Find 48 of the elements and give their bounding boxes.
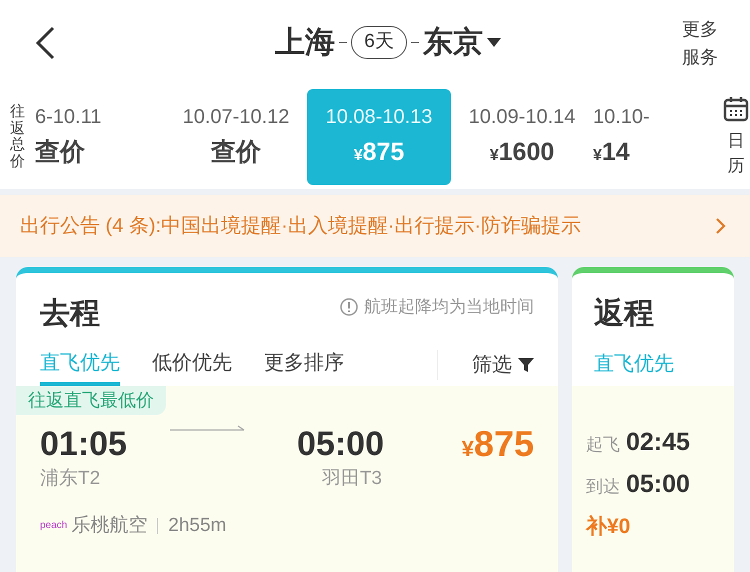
price-difference: 补¥0 <box>586 514 632 540</box>
return-arrival-time: 05:00 <box>626 468 690 500</box>
date-range: 10.08-10.13 <box>326 105 432 130</box>
back-icon[interactable] <box>34 26 56 60</box>
date-option[interactable]: 6-10.11 查价 <box>35 89 165 185</box>
calendar-button[interactable]: 日历 <box>723 96 749 178</box>
date-price: 查价 <box>35 137 85 168</box>
flight-duration: 2h55m <box>168 514 226 538</box>
departure-airport: 浦东T2 <box>40 467 102 491</box>
airline-logo: peach <box>40 519 68 534</box>
arrival-airport: 羽田T3 <box>322 467 382 491</box>
origin-city: 上海 <box>275 25 336 61</box>
date-price: 查价 <box>211 137 261 168</box>
arrival-label: 到达 <box>586 476 620 498</box>
departure-time: 01:05 <box>40 424 128 465</box>
lowest-price-badge: 往返直飞最低价 <box>16 386 166 415</box>
date-range: 10.10- <box>593 105 650 130</box>
date-option[interactable]: 10.09-10.14 ¥1600 <box>457 89 587 185</box>
return-departure-time: 02:45 <box>626 427 690 458</box>
date-price: ¥1600 <box>490 137 554 168</box>
date-price: ¥875 <box>354 137 404 168</box>
arrow-icon <box>170 425 246 433</box>
flight-price: ¥875 <box>462 423 534 466</box>
info-icon <box>340 298 358 316</box>
return-title: 返程 <box>593 296 655 332</box>
date-range: 6-10.11 <box>35 105 102 130</box>
arrival-time: 05:00 <box>297 424 384 465</box>
outbound-title: 去程 <box>40 296 100 332</box>
trip-days-badge: 6天 <box>351 26 407 59</box>
sort-tab[interactable]: 低价优先 <box>152 344 232 386</box>
date-option[interactable]: 10.07-10.12 查价 <box>171 89 301 185</box>
more-services-button[interactable]: 更多服务 <box>680 14 720 70</box>
filter-icon <box>518 357 534 373</box>
date-option[interactable]: 10.10- ¥14 <box>593 89 723 185</box>
filter-button[interactable]: 筛选 <box>472 350 534 380</box>
date-range: 10.07-10.12 <box>182 105 290 130</box>
notice-text: 出行公告 (4 条):中国出境提醒·出入境提醒·出行提示·防诈骗提示 <box>20 214 582 239</box>
sort-tab[interactable]: 更多排序 <box>264 344 344 386</box>
date-range: 10.09-10.14 <box>468 105 576 130</box>
local-time-note: 航班起降均为当地时间 <box>364 296 534 318</box>
departure-label: 起飞 <box>586 434 620 456</box>
chevron-right-icon <box>716 218 726 234</box>
calendar-icon <box>723 96 749 122</box>
round-trip-total-label: 往返总价 <box>10 104 25 170</box>
airline-name: 乐桃航空 <box>71 514 148 538</box>
destination-dropdown[interactable]: 东京 <box>422 20 501 65</box>
caret-icon <box>486 38 501 47</box>
date-price: ¥14 <box>593 137 630 168</box>
